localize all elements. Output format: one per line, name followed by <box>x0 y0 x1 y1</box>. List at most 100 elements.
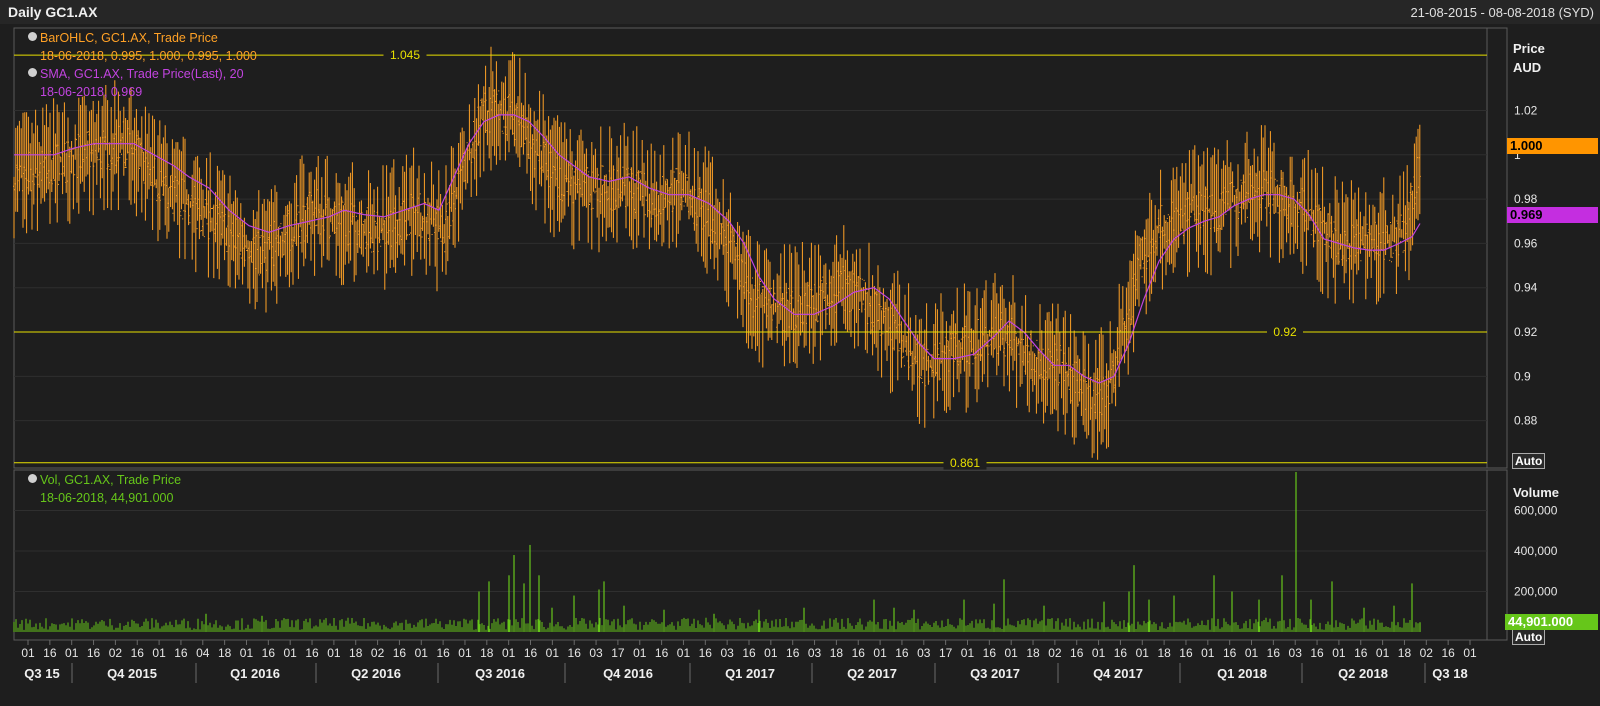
x-tick-label: 16 <box>1267 646 1281 660</box>
x-tick-label: 16 <box>983 646 997 660</box>
x-tick-label: 03 <box>917 646 931 660</box>
x-tick-label: 16 <box>262 646 276 660</box>
reference-line-label: 1.045 <box>390 48 420 62</box>
quarter-label: Q2 2016 <box>351 666 401 681</box>
quarter-label: Q3 2017 <box>970 666 1020 681</box>
quarter-label: Q4 2016 <box>603 666 653 681</box>
vol-legend-values: 18-06-2018, 44,901.000 <box>40 491 174 505</box>
x-tick-label: 16 <box>1070 646 1084 660</box>
price-tick-label: 0.92 <box>1514 325 1538 339</box>
x-tick-label: 02 <box>371 646 385 660</box>
price-axis-currency: AUD <box>1513 60 1542 75</box>
sma-value-tag: 0.969 <box>1507 207 1598 223</box>
x-tick-label: 02 <box>109 646 123 660</box>
x-tick-label: 16 <box>786 646 800 660</box>
price-legend: BarOHLC, GC1.AX, Trade Price 18-06-2018,… <box>28 29 257 101</box>
x-tick-label: 01 <box>1201 646 1215 660</box>
volume-tick-label: 400,000 <box>1514 544 1558 558</box>
last-price-tag: 1.000 <box>1507 138 1598 154</box>
expand-icon[interactable] <box>28 68 37 77</box>
x-tick-label: 01 <box>677 646 691 660</box>
sma-legend-values: 18-06-2018, 0.969 <box>40 85 143 99</box>
price-auto-scale-button[interactable]: Auto <box>1512 453 1546 469</box>
quarter-label: Q1 2017 <box>725 666 775 681</box>
x-tick-label: 03 <box>1289 646 1303 660</box>
x-tick-label: 16 <box>1223 646 1237 660</box>
x-tick-label: 04 <box>196 646 210 660</box>
volume-tick-label: 200,000 <box>1514 585 1558 599</box>
x-tick-label: 01 <box>458 646 472 660</box>
x-tick-label: 01 <box>1376 646 1390 660</box>
quarter-label: Q4 2015 <box>107 666 157 681</box>
x-tick-label: 02 <box>1048 646 1062 660</box>
x-tick-label: 01 <box>1092 646 1106 660</box>
x-tick-label: 16 <box>393 646 407 660</box>
quarter-label: Q2 2017 <box>847 666 897 681</box>
x-tick-label: 16 <box>1114 646 1128 660</box>
price-tick-label: 0.98 <box>1514 192 1538 206</box>
x-tick-label: 03 <box>589 646 603 660</box>
vol-legend-label: Vol, GC1.AX, Trade Price <box>40 473 182 487</box>
x-tick-label: 01 <box>1463 646 1477 660</box>
x-tick-label: 03 <box>720 646 734 660</box>
x-tick-label: 16 <box>1179 646 1193 660</box>
x-tick-label: 17 <box>611 646 625 660</box>
quarter-label: Q2 2018 <box>1338 666 1388 681</box>
price-tick-label: 0.9 <box>1514 369 1531 383</box>
x-tick-label: 01 <box>546 646 560 660</box>
x-tick-label: 16 <box>87 646 101 660</box>
volume-auto-scale-button[interactable]: Auto <box>1512 629 1546 645</box>
x-tick-label: 16 <box>524 646 538 660</box>
chart-window: Daily GC1.AX 21-08-2015 - 08-08-2018 (SY… <box>0 0 1600 706</box>
x-tick-label: 01 <box>284 646 298 660</box>
x-tick-label: 18 <box>1157 646 1171 660</box>
x-tick-label: 16 <box>436 646 450 660</box>
reference-line-label: 0.92 <box>1273 325 1297 339</box>
expand-icon[interactable] <box>28 474 37 483</box>
x-tick-label: 01 <box>873 646 887 660</box>
x-tick-label: 01 <box>502 646 516 660</box>
x-tick-label: 16 <box>305 646 319 660</box>
chart-svg[interactable]: 1.0210.980.960.940.920.90.88600,000400,0… <box>0 0 1600 706</box>
x-tick-label: 18 <box>830 646 844 660</box>
quarter-label: Q3 2016 <box>475 666 525 681</box>
x-tick-label: 18 <box>480 646 494 660</box>
expand-icon[interactable] <box>28 32 37 41</box>
bar-legend-label: BarOHLC, GC1.AX, Trade Price <box>40 31 218 45</box>
volume-panel-frame <box>13 469 1508 641</box>
x-tick-label: 17 <box>939 646 953 660</box>
x-tick-label: 18 <box>1026 646 1040 660</box>
x-tick-label: 01 <box>1136 646 1150 660</box>
volume-bars <box>13 617 1421 632</box>
x-tick-label: 16 <box>174 646 188 660</box>
x-tick-label: 01 <box>415 646 429 660</box>
x-tick-label: 16 <box>742 646 756 660</box>
x-tick-label: 16 <box>852 646 866 660</box>
bar-legend-values: 18-06-2018, 0.995, 1.000, 0.995, 1.000 <box>40 49 257 63</box>
x-tick-label: 01 <box>152 646 166 660</box>
quarter-label: Q3 18 <box>1432 666 1467 681</box>
x-tick-label: 16 <box>568 646 582 660</box>
x-tick-label: 16 <box>131 646 145 660</box>
x-tick-label: 18 <box>349 646 363 660</box>
volume-legend: Vol, GC1.AX, Trade Price 18-06-2018, 44,… <box>28 471 181 507</box>
x-tick-label: 01 <box>327 646 341 660</box>
x-tick-label: 18 <box>218 646 232 660</box>
reference-line-label: 0.861 <box>950 456 980 470</box>
x-tick-label: 01 <box>1005 646 1019 660</box>
quarter-label: Q1 2016 <box>230 666 280 681</box>
x-tick-label: 01 <box>633 646 647 660</box>
price-tick-label: 0.96 <box>1514 236 1538 250</box>
volume-tick-label: 600,000 <box>1514 504 1558 518</box>
x-tick-label: 01 <box>961 646 975 660</box>
price-tick-label: 1.02 <box>1514 103 1538 117</box>
x-tick-label: 16 <box>1441 646 1455 660</box>
x-tick-label: 16 <box>895 646 909 660</box>
quarter-label: Q1 2018 <box>1217 666 1267 681</box>
x-tick-label: 16 <box>1310 646 1324 660</box>
x-tick-label: 01 <box>1332 646 1346 660</box>
volume-axis-title: Volume <box>1513 485 1559 500</box>
price-tick-label: 0.88 <box>1514 414 1538 428</box>
x-tick-label: 16 <box>699 646 713 660</box>
price-axis-title: Price <box>1513 41 1545 56</box>
